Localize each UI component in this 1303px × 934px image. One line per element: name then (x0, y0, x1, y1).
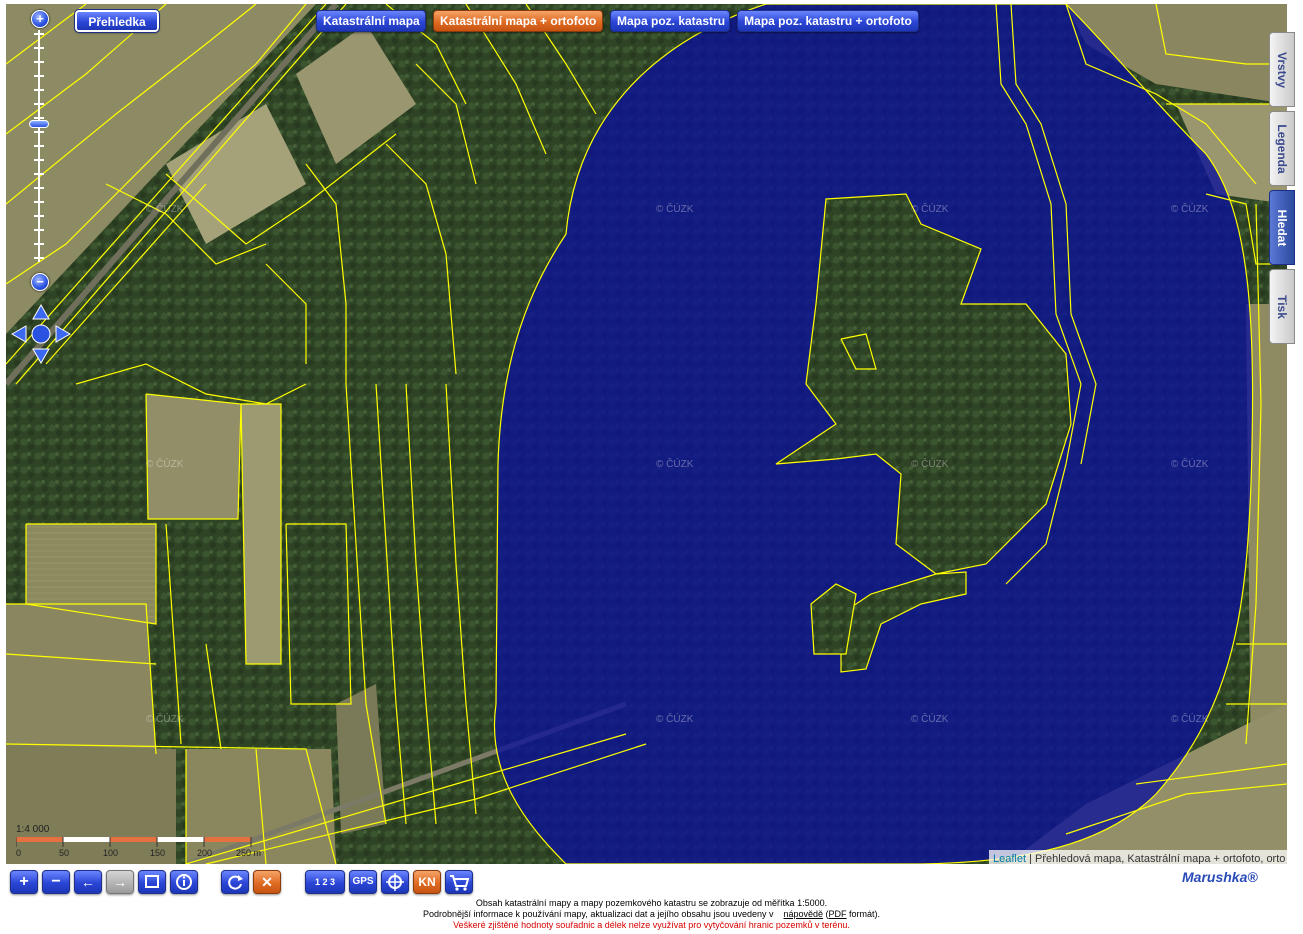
layer-button-mapa-poz-ortofoto[interactable]: Mapa poz. katastru + ortofoto (737, 10, 919, 32)
watermark: © ČÚZK (656, 459, 694, 470)
info-icon (176, 874, 192, 890)
footer-warning: Veškeré zjištěné hodnoty souřadnic a dél… (453, 920, 850, 930)
footer-text: Podrobnější informace k používání mapy, … (422, 909, 774, 919)
zoom-slider[interactable] (29, 30, 49, 262)
scale-tick: 200 (197, 848, 212, 858)
toolbar-forward-button[interactable]: → (106, 870, 134, 894)
scale-tick: 0 (16, 848, 21, 858)
footer-line2: Podrobnější informace k používání mapy, … (0, 909, 1303, 920)
zoom-out-button[interactable]: − (31, 273, 49, 291)
tab-tisk[interactable]: Tisk (1269, 269, 1295, 344)
tab-vrstvy[interactable]: Vrstvy (1269, 32, 1295, 107)
tab-hledat[interactable]: Hledat (1269, 190, 1295, 265)
toolbar-cart-button[interactable] (445, 870, 473, 894)
tab-legenda[interactable]: Legenda (1269, 111, 1295, 186)
toolbar-locate-button[interactable] (381, 870, 409, 894)
toolbar-refresh-button[interactable] (221, 870, 249, 894)
pan-center-icon[interactable] (31, 324, 51, 344)
footer-line1: Obsah katastrální mapy a mapy pozemkovéh… (475, 898, 828, 908)
map-view[interactable]: © ČÚZK © ČÚZK © ČÚZK © ČÚZK © ČÚZK © ČÚZ… (6, 4, 1287, 864)
watermark: © ČÚZK (1171, 459, 1209, 470)
help-link[interactable]: nápovědě (784, 909, 824, 919)
layer-button-katastralni-ortofoto[interactable]: Katastrální mapa + ortofoto (433, 10, 603, 32)
map-attribution: Leaflet | Přehledová mapa, Katastrální m… (989, 850, 1287, 864)
zoom-in-button[interactable]: + (31, 10, 49, 28)
cart-icon (450, 875, 470, 891)
layer-button-katastralni-mapa[interactable]: Katastrální mapa (316, 10, 426, 32)
watermark: © ČÚZK (146, 714, 184, 725)
watermark: © ČÚZK (1171, 204, 1209, 215)
watermark: © ČÚZK (911, 459, 949, 470)
tab-label: Vrstvy (1275, 51, 1289, 88)
scale-ratio: 1:4 000 (16, 824, 50, 835)
footer-text: formát). (846, 909, 881, 919)
pan-up-icon[interactable] (32, 303, 50, 320)
tab-label: Tisk (1275, 294, 1289, 319)
toolbar-gps-button[interactable]: GPS (349, 870, 377, 894)
watermark: © ČÚZK (911, 714, 949, 725)
zoom-slider-thumb[interactable] (29, 120, 49, 128)
toolbar-zoom-in-button[interactable]: + (10, 870, 38, 894)
scale-tick: 150 (150, 848, 165, 858)
watermark: © ČÚZK (656, 204, 694, 215)
orthophoto-layer (6, 4, 1287, 864)
toolbar-measure-button[interactable]: 1 2 3 (305, 870, 345, 894)
pan-down-icon[interactable] (32, 348, 50, 365)
toolbar-clear-button[interactable]: ✕ (253, 870, 281, 894)
toolbar-back-button[interactable]: ← (74, 870, 102, 894)
tab-label: Hledat (1275, 209, 1289, 246)
crosshair-icon (386, 873, 404, 891)
toolbar-kn-button[interactable]: KN (413, 870, 441, 894)
refresh-icon (228, 875, 243, 890)
overview-button[interactable]: Přehledka (74, 9, 160, 33)
watermark: © ČÚZK (656, 714, 694, 725)
pan-right-icon[interactable] (55, 325, 72, 343)
leaflet-link[interactable]: Leaflet (993, 853, 1026, 864)
toolbar-zoom-box-button[interactable] (138, 870, 166, 894)
pdf-link[interactable]: PDF (829, 909, 847, 919)
watermark: © ČÚZK (146, 459, 184, 470)
watermark: © ČÚZK (911, 204, 949, 215)
toolbar-zoom-out-button[interactable]: − (42, 870, 70, 894)
zoom-slider-track (34, 30, 44, 262)
toolbar-info-button[interactable] (170, 870, 198, 894)
scale-graphic: 0 50 100 150 200 250 m (15, 837, 261, 858)
zoom-box-icon (145, 875, 159, 888)
scale-tick: 50 (59, 848, 69, 858)
scale-tick: 100 (103, 848, 118, 858)
scale-tick: 250 m (236, 848, 261, 858)
pan-control[interactable] (10, 303, 72, 365)
watermark: © ČÚZK (1171, 714, 1209, 725)
watermark: © ČÚZK (146, 204, 184, 215)
brand-logo: Marushka® (1182, 869, 1258, 885)
tab-label: Legenda (1275, 123, 1289, 174)
pan-left-icon[interactable] (10, 325, 27, 343)
attribution-text: | Přehledová mapa, Katastrální mapa + or… (1026, 853, 1286, 864)
layer-button-mapa-poz-katastru[interactable]: Mapa poz. katastru (610, 10, 730, 32)
footer-notice: Obsah katastrální mapy a mapy pozemkovéh… (0, 898, 1303, 931)
scale-bar: 1:4 000 0 50 100 150 200 250 m (15, 824, 266, 862)
